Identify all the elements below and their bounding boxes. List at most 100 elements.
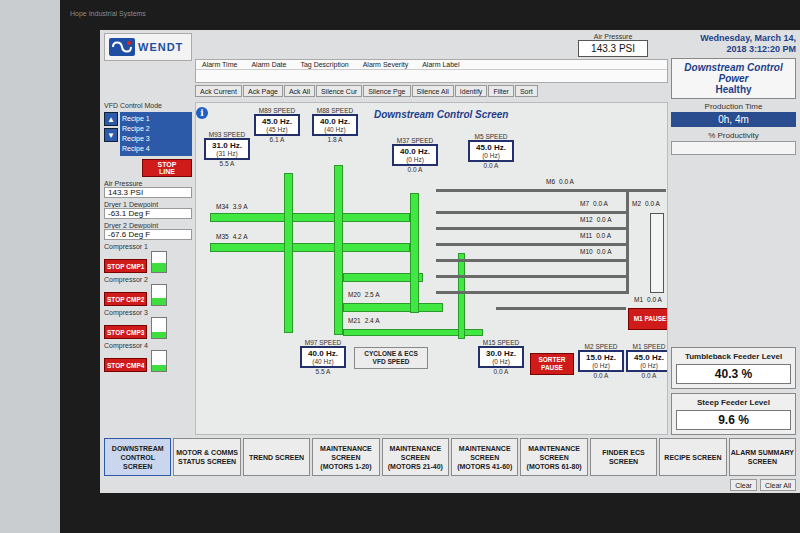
motor-current: 2.5 A xyxy=(365,290,380,299)
monitor-brand: Hope Industrial Systems xyxy=(70,10,146,17)
conveyor[interactable] xyxy=(436,275,626,278)
nav-button[interactable]: MAINTENANCE SCREEN (MOTORS 61-80) xyxy=(520,438,587,476)
conveyor[interactable] xyxy=(436,189,666,192)
speed-readout[interactable]: M97 SPEED40.0 Hz.(40 Hz)5.5 A xyxy=(300,339,346,375)
arrow-button[interactable]: ▼ xyxy=(104,128,118,142)
motor-label[interactable]: M20.0 A xyxy=(632,199,660,208)
stop-compressor-button[interactable]: STOP CMP1 xyxy=(104,259,147,273)
speed-box: 15.0 Hz.(0 Hz) xyxy=(578,350,624,372)
motor-label[interactable]: M354.2 A xyxy=(216,232,247,241)
alarm-button[interactable]: Filter xyxy=(488,85,514,97)
recipe-item[interactable]: Recipe 1 xyxy=(122,114,190,124)
conveyor[interactable] xyxy=(436,291,626,294)
conveyor[interactable] xyxy=(626,189,629,294)
speed-current: 1.8 A xyxy=(328,136,343,143)
diagram-button[interactable]: SORTER PAUSE xyxy=(530,353,574,375)
recipe-item[interactable]: Recipe 4 xyxy=(122,144,190,154)
alarm-button[interactable]: Silence All xyxy=(412,85,454,97)
alarm-rows xyxy=(196,70,667,82)
speed-readout[interactable]: M1 SPEED45.0 Hz.(0 Hz)0.0 A xyxy=(626,343,668,379)
alarm-column[interactable]: Alarm Date xyxy=(251,61,286,68)
nav-button[interactable]: MAINTENANCE SCREEN (MOTORS 41-60) xyxy=(451,438,518,476)
speed-readout[interactable]: M37 SPEED40.0 Hz.(0 Hz)0.0 A xyxy=(392,137,438,173)
recipe-item[interactable]: Recipe 3 xyxy=(122,134,190,144)
speed-label: M5 SPEED xyxy=(475,133,508,140)
stop-compressor-button[interactable]: STOP CMP3 xyxy=(104,325,147,339)
conveyor[interactable] xyxy=(436,259,626,262)
speed-setpoint: (40 Hz) xyxy=(324,126,345,133)
alarm-column[interactable]: Alarm Severity xyxy=(363,61,409,68)
nav-button[interactable]: ALARM SUMMARY SCREEN xyxy=(729,438,796,476)
nav-button[interactable]: FINDER ECS SCREEN xyxy=(590,438,657,476)
conveyor[interactable] xyxy=(458,253,465,339)
alarm-button[interactable]: Identify xyxy=(455,85,488,97)
nav-button[interactable]: MAINTENANCE SCREEN (MOTORS 1-20) xyxy=(312,438,379,476)
motor-current: 0.0 A xyxy=(597,247,612,256)
alarm-button[interactable]: Ack Current xyxy=(195,85,242,97)
motor-label[interactable]: M10.0 A xyxy=(634,295,662,304)
diagram-button[interactable]: CYCLONE & ECS VFD SPEED xyxy=(354,347,428,369)
info-icon[interactable]: i xyxy=(196,107,208,119)
motor-label[interactable]: M100.0 A xyxy=(580,247,611,256)
recipe-item[interactable]: Recipe 2 xyxy=(122,124,190,134)
motor-label[interactable]: M60.0 A xyxy=(546,177,574,186)
alarm-button[interactable]: Ack All xyxy=(284,85,315,97)
speed-readout[interactable]: M88 SPEED40.0 Hz.(40 Hz)1.8 A xyxy=(312,107,358,143)
power-state: Healthy xyxy=(675,84,792,95)
stop-compressor-button[interactable]: STOP CMP2 xyxy=(104,292,147,306)
nav-button[interactable]: RECIPE SCREEN xyxy=(659,438,726,476)
feeder-label: Tumbleback Feeder Level xyxy=(685,352,782,361)
nav-button[interactable]: TREND SCREEN xyxy=(243,438,310,476)
motor-label[interactable]: M202.5 A xyxy=(348,290,379,299)
motor-label[interactable]: M70.0 A xyxy=(580,199,608,208)
production-time-label: Production Time xyxy=(705,102,763,111)
motor-label[interactable]: M343.9 A xyxy=(216,202,247,211)
diagram-button[interactable]: M1 PAUSE xyxy=(628,308,668,330)
conveyor[interactable] xyxy=(436,227,626,230)
alarm-column[interactable]: Alarm Time xyxy=(202,61,237,68)
speed-setpoint: (0 Hz) xyxy=(592,362,610,369)
conveyor[interactable] xyxy=(284,173,293,333)
conveyor[interactable] xyxy=(496,307,626,310)
alarm-column[interactable]: Tag Description xyxy=(300,61,348,68)
alarm-button[interactable]: Silence Pge xyxy=(363,85,410,97)
footer-button[interactable]: Clear All xyxy=(760,479,796,491)
conveyor[interactable] xyxy=(210,213,410,222)
motor-label[interactable]: M212.4 A xyxy=(348,316,379,325)
alarm-button[interactable]: Ack Page xyxy=(243,85,283,97)
conveyor[interactable] xyxy=(436,211,626,214)
speed-setpoint: (0 Hz) xyxy=(492,358,510,365)
air-pressure-header: Air Pressure143.3 PSI xyxy=(195,33,668,57)
wall: Hope Industrial SystemsWENDTAir Pressure… xyxy=(0,0,800,533)
speed-readout[interactable]: M93 SPEED31.0 Hz.(31 Hz)5.5 A xyxy=(204,131,250,167)
speed-label: M89 SPEED xyxy=(259,107,296,114)
alarm-column[interactable]: Alarm Label xyxy=(422,61,459,68)
nav-button[interactable]: MOTOR & COMMS STATUS SCREEN xyxy=(173,438,240,476)
conveyor[interactable] xyxy=(436,243,626,246)
conveyor[interactable] xyxy=(210,243,410,252)
compressor-controls: STOP CMP2 xyxy=(104,284,192,306)
conveyor[interactable] xyxy=(343,303,443,312)
nav-button[interactable]: MAINTENANCE SCREEN (MOTORS 21-40) xyxy=(382,438,449,476)
arrow-button[interactable]: ▲ xyxy=(104,112,118,126)
conveyor[interactable] xyxy=(334,165,343,335)
stop-compressor-button[interactable]: STOP CMP4 xyxy=(104,358,147,372)
alarm-button[interactable]: Silence Cur xyxy=(316,85,362,97)
motor-current: 2.4 A xyxy=(365,316,380,325)
speed-readout[interactable]: M89 SPEED45.0 Hz.(45 Hz)6.1 A xyxy=(254,107,300,143)
motor-label[interactable]: M110.0 A xyxy=(580,231,611,240)
footer-button[interactable]: Clear xyxy=(730,479,757,491)
motor-label[interactable]: M120.0 A xyxy=(580,215,611,224)
alarm-button[interactable]: Sort xyxy=(515,85,538,97)
speed-readout[interactable]: M15 SPEED30.0 Hz.(0 Hz)0.0 A xyxy=(478,339,524,375)
stop-line-button[interactable]: STOP LINE xyxy=(142,159,192,177)
speed-readout[interactable]: M2 SPEED15.0 Hz.(0 Hz)0.0 A xyxy=(578,343,624,379)
conveyor[interactable] xyxy=(410,193,419,313)
compressor-level-fill xyxy=(152,298,166,305)
nav-button[interactable]: DOWNSTREAM CONTROL SCREEN xyxy=(104,438,171,476)
speed-readout[interactable]: M5 SPEED45.0 Hz.(0 Hz)0.0 A xyxy=(468,133,514,169)
compressor-level xyxy=(151,251,167,273)
compressor: Compressor 3STOP CMP3 xyxy=(104,309,192,339)
screen-nav: DOWNSTREAM CONTROL SCREENMOTOR & COMMS S… xyxy=(104,438,796,476)
air-pressure-value: 143.3 PSI xyxy=(104,187,192,198)
